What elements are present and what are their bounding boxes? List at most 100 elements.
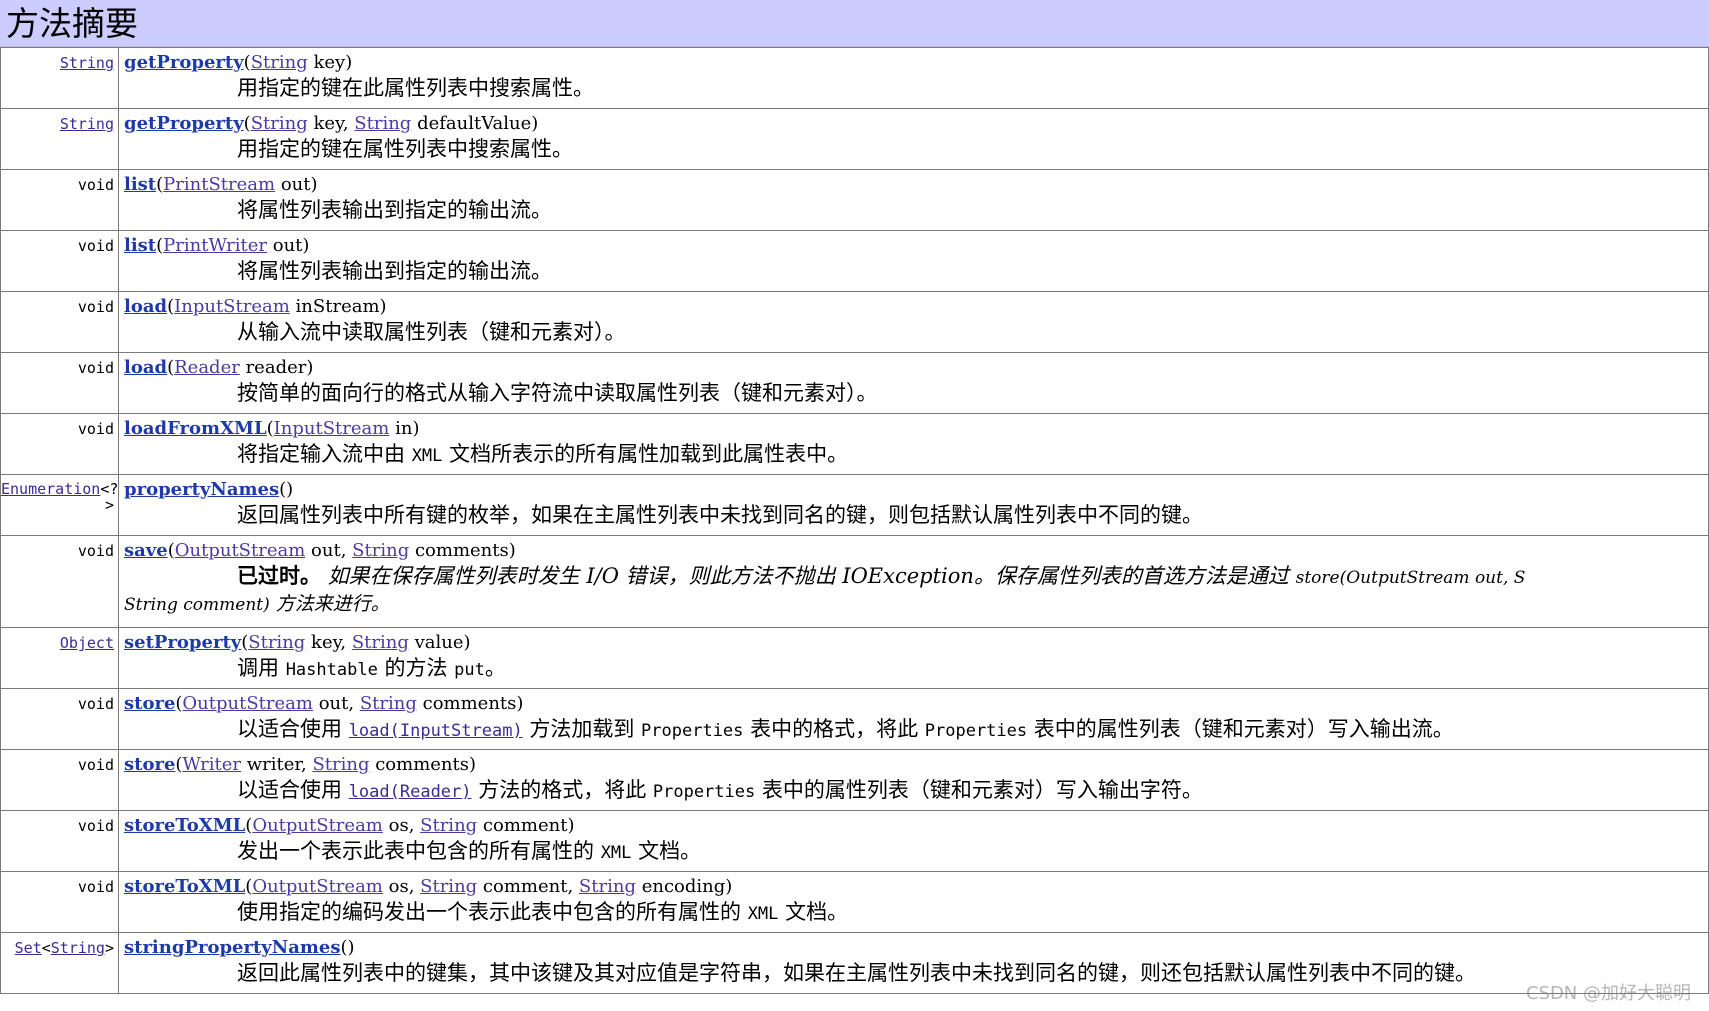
return-type: void — [77, 817, 114, 835]
param-type-link[interactable]: OutputStream — [252, 815, 383, 836]
return-type-link[interactable]: Set — [15, 939, 42, 957]
param-type-link[interactable]: Writer — [182, 754, 241, 775]
param-name: os — [388, 876, 409, 897]
table-row: void storeToXML(OutputStream os, String … — [0, 810, 1709, 872]
param-type-link[interactable]: String — [420, 876, 477, 897]
method-cell: store(OutputStream out, String comments)… — [118, 688, 1709, 750]
method-cell: setProperty(String key, String value) 调用… — [118, 627, 1709, 689]
method-signature: save(OutputStream out, String comments) — [124, 540, 516, 561]
param-type-link[interactable]: String — [352, 632, 409, 653]
table-row: void list(PrintWriter out) 将属性列表输出到指定的输出… — [0, 230, 1709, 292]
method-name-link[interactable]: getProperty — [124, 52, 244, 73]
return-type-cell: Enumeration<? > — [0, 474, 119, 536]
load-reader-link[interactable]: load(Reader) — [349, 782, 472, 802]
method-name-link[interactable]: list — [124, 174, 156, 195]
method-signature: getProperty(String key, String defaultVa… — [124, 113, 539, 134]
param-type-link[interactable]: PrintStream — [163, 174, 275, 195]
method-description: 按简单的面向行的格式从输入字符流中读取属性列表（键和元素对）。 — [237, 381, 878, 405]
param-name: reader — [245, 357, 307, 378]
return-type-link[interactable]: String — [60, 54, 114, 72]
load-inputstream-link[interactable]: load(InputStream) — [349, 721, 523, 741]
return-type-link[interactable]: String — [60, 115, 114, 133]
table-row: void storeToXML(OutputStream os, String … — [0, 871, 1709, 933]
return-type-cell: Object — [0, 627, 119, 689]
param-type-link[interactable]: String — [248, 632, 305, 653]
method-name-link[interactable]: load — [124, 296, 167, 317]
watermark: CSDN @加好大聪明 — [1525, 983, 1691, 1004]
table-row: void store(OutputStream out, String comm… — [0, 688, 1709, 750]
method-name-link[interactable]: storeToXML — [124, 876, 245, 897]
return-type-cell: void — [0, 230, 119, 292]
method-signature: getProperty(String key) — [124, 52, 353, 73]
return-type-link[interactable]: String — [51, 939, 105, 957]
return-type-link[interactable]: Object — [60, 634, 114, 652]
method-signature: loadFromXML(InputStream in) — [124, 418, 420, 439]
param-type-link[interactable]: String — [579, 876, 636, 897]
method-summary-table: String getProperty(String key) 用指定的键在此属性… — [0, 47, 1709, 994]
table-row: String getProperty(String key, String de… — [0, 108, 1709, 170]
return-type: void — [77, 298, 114, 316]
return-type-cell: void — [0, 291, 119, 353]
param-name: key — [313, 52, 346, 73]
method-name-link[interactable]: propertyNames — [124, 479, 279, 500]
method-name-link[interactable]: save — [124, 540, 168, 561]
param-name: out — [272, 235, 303, 256]
method-signature: stringPropertyNames() — [124, 937, 355, 958]
param-name: inStream — [295, 296, 380, 317]
return-type-cell: void — [0, 688, 119, 750]
param-type-link[interactable]: String — [420, 815, 477, 836]
method-description: 用指定的键在此属性列表中搜索属性。 — [237, 76, 594, 100]
method-name-link[interactable]: getProperty — [124, 113, 244, 134]
method-signature: store(Writer writer, String comments) — [124, 754, 477, 775]
method-name-link[interactable]: load — [124, 357, 167, 378]
method-name-link[interactable]: store — [124, 693, 175, 714]
return-type: void — [77, 176, 114, 194]
return-type-cell: String — [0, 47, 119, 109]
method-name-link[interactable]: store — [124, 754, 175, 775]
param-type-link[interactable]: String — [312, 754, 369, 775]
param-name: writer — [246, 754, 301, 775]
param-type-link[interactable]: String — [354, 113, 411, 134]
param-name: out — [311, 540, 341, 561]
param-name: out — [280, 174, 311, 195]
code-text: Hashtable — [285, 660, 378, 680]
method-cell: list(PrintWriter out) 将属性列表输出到指定的输出流。 — [118, 230, 1709, 292]
table-row: void store(Writer writer, String comment… — [0, 749, 1709, 811]
method-description: 调用 Hashtable 的方法 put。 — [237, 656, 506, 680]
method-description: 从输入流中读取属性列表（键和元素对）。 — [237, 320, 626, 344]
method-name-link[interactable]: setProperty — [124, 632, 241, 653]
return-type-link[interactable]: Enumeration — [1, 480, 100, 498]
param-type-link[interactable]: OutputStream — [182, 693, 313, 714]
param-type-link[interactable]: InputStream — [274, 418, 390, 439]
param-name: comments — [414, 540, 509, 561]
method-name-link[interactable]: loadFromXML — [124, 418, 267, 439]
param-name: os — [388, 815, 409, 836]
return-type-cell: void — [0, 352, 119, 414]
method-cell: save(OutputStream out, String comments) … — [118, 535, 1709, 628]
param-type-link[interactable]: String — [251, 52, 308, 73]
method-name-link[interactable]: stringPropertyNames — [124, 937, 341, 958]
param-type-link[interactable]: PrintWriter — [163, 235, 267, 256]
method-signature: store(OutputStream out, String comments) — [124, 693, 524, 714]
param-type-link[interactable]: InputStream — [174, 296, 290, 317]
param-type-link[interactable]: String — [251, 113, 308, 134]
param-type-link[interactable]: String — [360, 693, 417, 714]
param-name: comments — [422, 693, 517, 714]
method-name-link[interactable]: storeToXML — [124, 815, 245, 836]
method-description: 发出一个表示此表中包含的所有属性的 XML 文档。 — [237, 839, 702, 863]
method-signature: propertyNames() — [124, 479, 294, 500]
method-description: 将属性列表输出到指定的输出流。 — [237, 259, 552, 283]
method-cell: storeToXML(OutputStream os, String comme… — [118, 810, 1709, 872]
table-row: Enumeration<? > propertyNames() 返回属性列表中所有… — [0, 474, 1709, 536]
method-description: 返回此属性列表中的键集，其中该键及其对应值是字符串，如果在主属性列表中未找到同名… — [237, 961, 1476, 985]
param-type-link[interactable]: Reader — [174, 357, 240, 378]
table-row: Object setProperty(String key, String va… — [0, 627, 1709, 689]
method-name-link[interactable]: list — [124, 235, 156, 256]
param-type-link[interactable]: String — [352, 540, 409, 561]
deprecated-label: 已过时。 — [237, 563, 321, 588]
method-signature: setProperty(String key, String value) — [124, 632, 471, 653]
table-row: void list(PrintStream out) 将属性列表输出到指定的输出… — [0, 169, 1709, 231]
param-type-link[interactable]: OutputStream — [252, 876, 383, 897]
deprecated-note: 已过时。 如果在保存属性列表时发生 I/O 错误，则此方法不抛出 IOExcep… — [237, 563, 1526, 588]
param-type-link[interactable]: OutputStream — [175, 540, 306, 561]
